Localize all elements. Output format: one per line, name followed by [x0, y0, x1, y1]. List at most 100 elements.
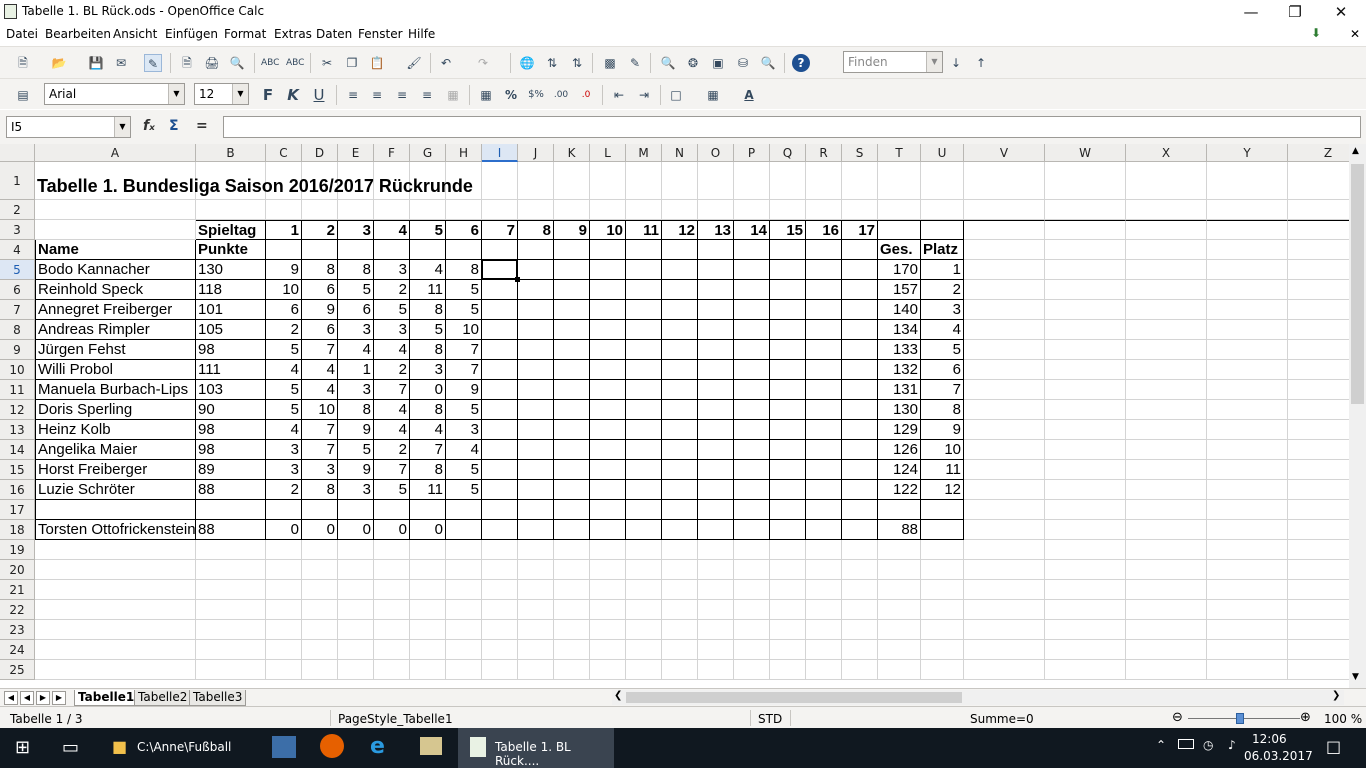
last-sheet-icon[interactable]: ▶	[52, 691, 66, 705]
cell[interactable]	[590, 280, 626, 300]
cell[interactable]	[1207, 420, 1288, 440]
cell[interactable]: 3	[266, 440, 302, 460]
cell[interactable]	[338, 660, 374, 680]
cell[interactable]	[590, 162, 626, 200]
taskbar-app-icon[interactable]	[272, 736, 296, 758]
page-preview-icon[interactable]: 🔍	[228, 54, 246, 72]
zoom-in-icon[interactable]: ⊕	[1300, 710, 1311, 725]
column-header[interactable]: B	[196, 144, 266, 162]
bold-icon[interactable]: F	[259, 86, 277, 104]
cell[interactable]: Ges.	[878, 240, 921, 260]
cell[interactable]: 1	[338, 360, 374, 380]
cell[interactable]	[35, 560, 196, 580]
cell[interactable]	[554, 260, 590, 280]
cell[interactable]: Willi Probol	[35, 360, 196, 380]
cell[interactable]	[554, 640, 590, 660]
cell[interactable]	[1288, 280, 1349, 300]
cell[interactable]: 5	[446, 400, 482, 420]
cell[interactable]	[446, 560, 482, 580]
cell[interactable]	[964, 600, 1045, 620]
cell[interactable]	[770, 400, 806, 420]
cell[interactable]: 7	[482, 220, 518, 240]
update-icon[interactable]: ⬇	[1311, 26, 1321, 40]
status-sum[interactable]: Summe=0	[970, 712, 1034, 726]
cell[interactable]	[554, 660, 590, 680]
cell[interactable]	[1126, 640, 1207, 660]
cell[interactable]	[518, 520, 554, 540]
file-manager-icon[interactable]	[420, 737, 442, 755]
cell[interactable]	[482, 480, 518, 500]
cell[interactable]	[374, 500, 410, 520]
column-header[interactable]: D	[302, 144, 338, 162]
spellcheck-icon[interactable]: ABC	[261, 54, 279, 72]
cell[interactable]	[698, 300, 734, 320]
cell[interactable]	[770, 460, 806, 480]
horizontal-scroll-thumb[interactable]	[626, 692, 962, 703]
cell[interactable]	[626, 420, 662, 440]
cell[interactable]	[1207, 580, 1288, 600]
cell[interactable]	[1126, 540, 1207, 560]
cell[interactable]	[734, 260, 770, 280]
save-icon[interactable]: 💾	[87, 54, 105, 72]
cell[interactable]	[446, 520, 482, 540]
cell[interactable]	[921, 660, 964, 680]
cell[interactable]: Luzie Schröter	[35, 480, 196, 500]
cell[interactable]	[590, 560, 626, 580]
show-draw-functions-icon[interactable]: ✎	[626, 54, 644, 72]
name-box[interactable]: I5 ▼	[6, 116, 131, 138]
cell[interactable]	[698, 640, 734, 660]
cell[interactable]: Andreas Rimpler	[35, 320, 196, 340]
cell[interactable]	[1288, 320, 1349, 340]
cell[interactable]: 9	[302, 300, 338, 320]
cell[interactable]	[842, 540, 878, 560]
cell[interactable]	[842, 440, 878, 460]
cell[interactable]: Heinz Kolb	[35, 420, 196, 440]
cell[interactable]	[626, 560, 662, 580]
cell[interactable]	[590, 320, 626, 340]
cell[interactable]: 4	[266, 360, 302, 380]
cell[interactable]	[1207, 520, 1288, 540]
cell[interactable]	[806, 520, 842, 540]
row-header[interactable]: 10	[0, 360, 35, 380]
cell[interactable]	[626, 380, 662, 400]
cell[interactable]: Name	[35, 240, 196, 260]
cell[interactable]	[842, 340, 878, 360]
cell[interactable]	[482, 620, 518, 640]
cell[interactable]	[410, 540, 446, 560]
cell[interactable]	[770, 540, 806, 560]
cell[interactable]	[1045, 460, 1126, 480]
cell[interactable]	[554, 620, 590, 640]
underline-icon[interactable]: U	[310, 86, 328, 104]
cell[interactable]: 5	[374, 480, 410, 500]
menu-extras[interactable]: Extras	[274, 27, 312, 41]
cell[interactable]: 7	[446, 340, 482, 360]
cell[interactable]	[518, 620, 554, 640]
cell[interactable]	[770, 480, 806, 500]
cell[interactable]: 1	[266, 220, 302, 240]
cell[interactable]	[921, 162, 964, 200]
cell[interactable]: 88	[878, 520, 921, 540]
cell[interactable]	[770, 280, 806, 300]
cell[interactable]: 4	[374, 420, 410, 440]
currency-format-icon[interactable]: ▦	[477, 86, 495, 104]
cell[interactable]	[1126, 500, 1207, 520]
cell[interactable]	[266, 240, 302, 260]
cell[interactable]	[806, 620, 842, 640]
cell[interactable]	[806, 162, 842, 200]
cell[interactable]	[554, 200, 590, 220]
cell[interactable]: 90	[196, 400, 266, 420]
row-header[interactable]: 17	[0, 500, 35, 520]
cell[interactable]	[1207, 480, 1288, 500]
cell[interactable]	[482, 540, 518, 560]
cell[interactable]	[196, 540, 266, 560]
cell[interactable]	[518, 300, 554, 320]
tab-tabelle3[interactable]: Tabelle3	[189, 690, 247, 706]
redo-icon[interactable]: ↷	[474, 54, 492, 72]
cell[interactable]	[662, 600, 698, 620]
row-header[interactable]: 4	[0, 240, 35, 260]
cell[interactable]	[1126, 320, 1207, 340]
find-next-icon[interactable]: ↓	[947, 54, 965, 72]
cell[interactable]: Doris Sperling	[35, 400, 196, 420]
column-header[interactable]: V	[964, 144, 1045, 162]
cell[interactable]: 5	[338, 280, 374, 300]
